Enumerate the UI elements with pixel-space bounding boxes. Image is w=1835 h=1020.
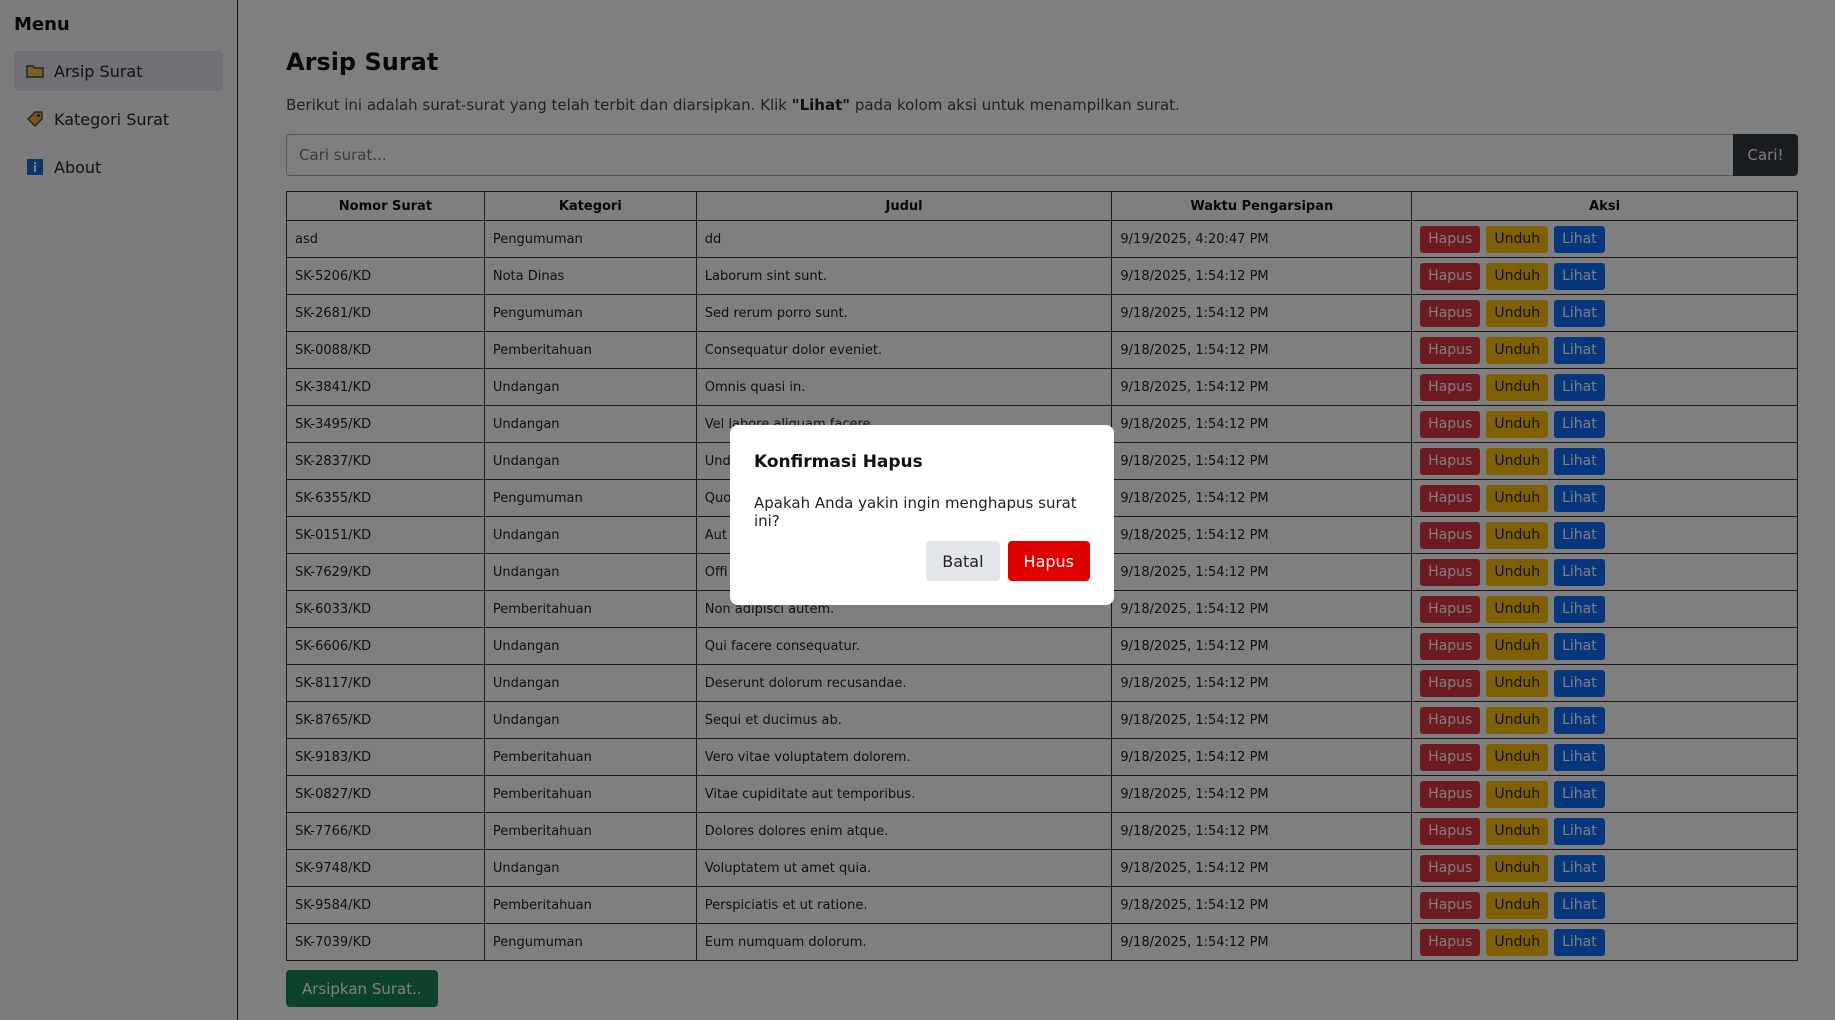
confirm-delete-button[interactable]: Hapus <box>1007 541 1090 581</box>
dialog-title: Konfirmasi Hapus <box>754 452 923 472</box>
delete-confirm-dialog: Konfirmasi Hapus Apakah Anda yakin ingin… <box>730 425 1114 605</box>
dialog-actions: Batal Hapus <box>918 541 1090 581</box>
cancel-button[interactable]: Batal <box>926 541 1000 581</box>
dialog-message: Apakah Anda yakin ingin menghapus surat … <box>754 494 1077 530</box>
